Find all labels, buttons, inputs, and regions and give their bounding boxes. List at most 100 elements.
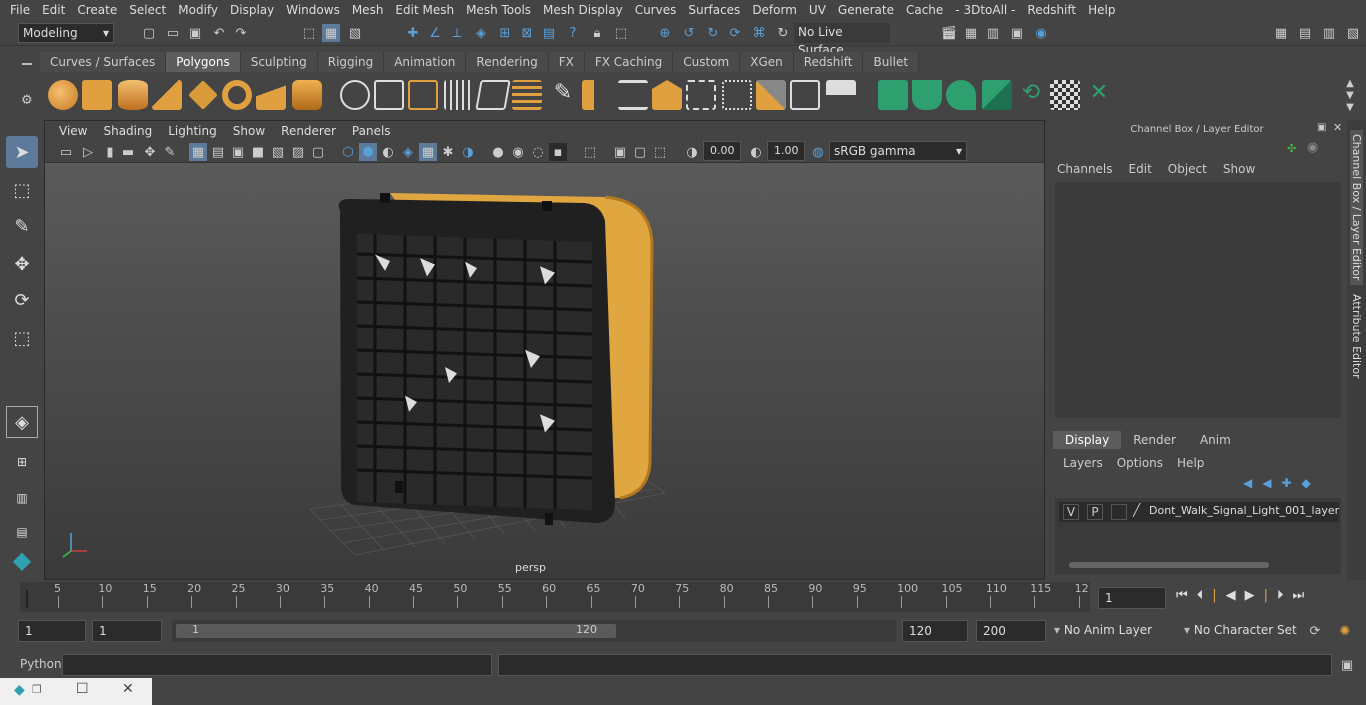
step-back-icon[interactable]: ⏴ — [1197, 588, 1213, 603]
safe-title-icon[interactable]: ▢ — [309, 143, 327, 161]
combine-icon[interactable] — [340, 80, 370, 110]
viewport-menu-item[interactable]: Panels — [344, 124, 399, 138]
poly-cone-icon[interactable] — [152, 80, 182, 110]
script-editor-icon[interactable]: ▣ — [1338, 656, 1356, 674]
redo-icon[interactable]: ↷ — [232, 24, 250, 42]
paint-tool-icon[interactable]: ✎ — [6, 210, 38, 242]
channel-menu-item[interactable]: Edit — [1125, 162, 1164, 176]
menu-item[interactable]: Edit — [36, 3, 71, 17]
poly-torus-icon[interactable] — [222, 80, 252, 110]
menu-item[interactable]: Redshift — [1021, 3, 1082, 17]
xray-icon[interactable]: ◉ — [509, 143, 527, 161]
ruler-icon[interactable]: ✎ — [161, 143, 179, 161]
menu-item[interactable]: Edit Mesh — [389, 3, 460, 17]
tab-shelf[interactable]: FX Caching — [584, 52, 674, 72]
menu-item[interactable]: Deform — [746, 3, 803, 17]
tab-channel-box[interactable]: Channel Box / Layer Editor — [1350, 130, 1363, 285]
four-view-icon[interactable]: ⊞ — [6, 446, 38, 478]
layer-actions[interactable]: ◀◀✚◆ — [1243, 476, 1321, 490]
poly-pipe-icon[interactable] — [292, 80, 322, 110]
color-management-icon[interactable]: ◍ — [809, 143, 827, 161]
snap-surface-icon[interactable]: ⊞ — [496, 24, 514, 42]
attribute-editor-toggle-icon[interactable]: ▤ — [1296, 24, 1314, 42]
menu-item[interactable]: Select — [123, 3, 172, 17]
shelf-handle[interactable]: ⚙ — [18, 55, 36, 115]
grid-icon[interactable]: ▦ — [189, 143, 207, 161]
playback-end-field[interactable]: 120 — [902, 620, 968, 642]
exposure-field[interactable]: 0.00 — [703, 141, 741, 161]
new-scene-icon[interactable]: ▢ — [140, 24, 158, 42]
menu-item[interactable]: File — [4, 3, 36, 17]
uv-unfold-icon[interactable]: ⟲ — [1016, 80, 1046, 110]
ipr-icon[interactable]: ▥ — [984, 24, 1002, 42]
current-time-marker[interactable] — [26, 590, 28, 608]
snap-curve-icon[interactable]: ∠ — [426, 24, 444, 42]
uv-planar-icon[interactable] — [878, 80, 908, 110]
restore-icon[interactable]: ❐ — [32, 683, 42, 696]
select-camera-icon[interactable]: ⬚ — [581, 143, 599, 161]
undo-icon[interactable]: ↶ — [210, 24, 228, 42]
move-tool-icon[interactable]: ✥ — [6, 248, 38, 280]
menu-item[interactable]: Display — [224, 3, 280, 17]
help-line-icon[interactable]: ? — [564, 24, 582, 42]
reflection-icon[interactable]: ↻ — [774, 24, 792, 42]
backface-icon[interactable]: ▢ — [631, 143, 649, 161]
step-forward-icon[interactable]: ⏵ — [1277, 588, 1293, 603]
append-polygon-icon[interactable] — [652, 80, 682, 110]
preferences-icon[interactable]: ✺ — [1336, 622, 1354, 640]
render-icon[interactable]: ▦ — [962, 24, 980, 42]
snap-grid-icon[interactable]: ✚ — [404, 24, 422, 42]
grid-toggle-icon[interactable]: ✥ — [141, 143, 159, 161]
tab-shelf[interactable]: Polygons — [166, 52, 241, 72]
poly-cube-icon[interactable] — [82, 80, 112, 110]
select-hierarchy-icon[interactable]: ⬚ — [300, 24, 318, 42]
layer-playback-toggle[interactable]: P — [1087, 504, 1103, 520]
range-slider-handle[interactable] — [176, 624, 616, 638]
workspace-select[interactable]: Modeling ▾ — [18, 23, 114, 43]
viewport-panel[interactable]: View Shading Lighting Show Renderer Panels ▭ … — [44, 120, 1045, 580]
scale-tool-icon[interactable]: ⬚ — [6, 322, 38, 354]
layout-icon[interactable]: ▥ — [6, 482, 38, 514]
tab-shelf[interactable]: Curves / Surfaces — [40, 52, 167, 72]
scene-end-field[interactable]: 200 — [976, 620, 1046, 642]
menu-item[interactable]: Mesh Display — [537, 3, 629, 17]
bookmark-icon[interactable]: ▮ — [101, 143, 119, 161]
playback-start-field[interactable]: 1 — [92, 620, 162, 642]
smooth-shade-icon[interactable]: ⬢ — [359, 143, 377, 161]
camera-icon[interactable]: ▭ — [57, 143, 75, 161]
viewport-menu-item[interactable]: Renderer — [273, 124, 344, 138]
layer-menu-item[interactable]: Layers — [1063, 456, 1117, 470]
layer-visibility-toggle[interactable]: V — [1063, 504, 1079, 520]
magnet-icon[interactable]: ⌘ — [750, 24, 768, 42]
snap-point-icon[interactable]: ⟂ — [448, 24, 466, 42]
history-icon[interactable]: ▤ — [540, 24, 558, 42]
mirror-icon[interactable] — [756, 80, 786, 110]
viewport-menu-item[interactable]: Shading — [95, 124, 160, 138]
hypershade-icon[interactable]: ◉ — [1032, 24, 1050, 42]
tab-shelf[interactable]: Custom — [673, 52, 741, 72]
open-scene-icon[interactable]: ▭ — [164, 24, 182, 42]
bridge-icon[interactable] — [582, 80, 612, 110]
colorspace-select[interactable]: sRGB gamma ▾ — [829, 141, 967, 161]
wire-on-shaded-icon[interactable]: ◐ — [379, 143, 397, 161]
xray-components-icon[interactable]: ▪ — [549, 143, 567, 161]
layer-scrollbar[interactable] — [1059, 560, 1339, 570]
close-icon[interactable]: ✕ — [1333, 121, 1342, 134]
modeling-toolkit-icon[interactable]: ▦ — [1272, 24, 1290, 42]
layer-name[interactable]: Dont_Walk_Signal_Light_001_layer — [1149, 504, 1339, 517]
input-ops-icon[interactable]: ⬚ — [612, 24, 630, 42]
channel-menu-item[interactable]: Show — [1219, 162, 1267, 176]
lock-icon[interactable]: 🔒︎ — [588, 24, 606, 42]
tab-layer-editor[interactable]: Render — [1121, 431, 1188, 449]
xray-joints-icon[interactable]: ◌ — [529, 143, 547, 161]
manipulator-icon[interactable]: ✣ — [1287, 142, 1296, 155]
channel-menu-item[interactable]: Channels — [1053, 162, 1125, 176]
snap-view-icon[interactable]: ◈ — [472, 24, 490, 42]
viewport-menu-item[interactable]: View — [51, 124, 95, 138]
layer-type-toggle[interactable] — [1111, 504, 1127, 520]
resolution-gate-icon[interactable]: ▣ — [229, 143, 247, 161]
target-weld-icon[interactable] — [722, 80, 752, 110]
insert-edge-loop-icon[interactable] — [618, 80, 648, 110]
menu-item[interactable]: UV — [803, 3, 832, 17]
gear-icon[interactable]: ⚙ — [21, 93, 33, 108]
